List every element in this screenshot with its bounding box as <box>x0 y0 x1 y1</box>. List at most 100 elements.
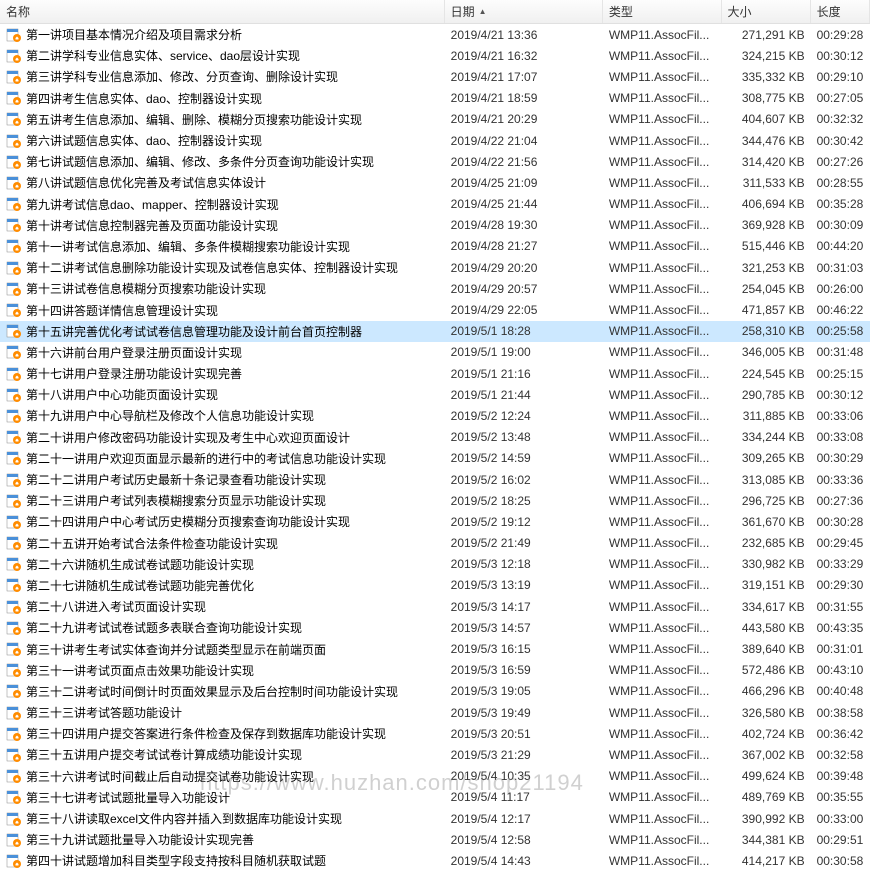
file-row[interactable]: 第二十三讲用户考试列表模糊搜索分页显示功能设计实现2019/5/2 18:25W… <box>0 490 870 511</box>
file-name-cell: 第十一讲考试信息添加、编辑、多条件模糊搜索功能设计实现 <box>0 238 445 255</box>
file-row[interactable]: 第十二讲考试信息删除功能设计实现及试卷信息实体、控制器设计实现2019/4/29… <box>0 257 870 278</box>
file-name-text: 第三十一讲考试页面点击效果功能设计实现 <box>26 662 254 679</box>
file-row[interactable]: 第三十五讲用户提交考试试卷计算成绩功能设计实现2019/5/3 21:29WMP… <box>0 744 870 765</box>
file-size-cell: 271,291 KB <box>722 28 811 42</box>
file-length-cell: 00:26:00 <box>811 282 870 296</box>
file-row[interactable]: 第三十七讲考试试题批量导入功能设计2019/5/4 11:17WMP11.Ass… <box>0 787 870 808</box>
file-name-text: 第三十二讲考试时间倒计时页面效果显示及后台控制时间功能设计实现 <box>26 683 398 700</box>
file-row[interactable]: 第三讲学科专业信息添加、修改、分页查询、删除设计实现2019/4/21 17:0… <box>0 66 870 87</box>
file-row[interactable]: 第二十一讲用户欢迎页面显示最新的进行中的考试信息功能设计实现2019/5/2 1… <box>0 448 870 469</box>
file-name-cell: 第三十三讲考试答题功能设计 <box>0 704 445 721</box>
file-row[interactable]: 第三十三讲考试答题功能设计2019/5/3 19:49WMP11.AssocFi… <box>0 702 870 723</box>
file-row[interactable]: 第十三讲试卷信息模糊分页搜索功能设计实现2019/4/29 20:57WMP11… <box>0 278 870 299</box>
file-row[interactable]: 第一讲项目基本情况介绍及项目需求分析2019/4/21 13:36WMP11.A… <box>0 24 870 45</box>
video-file-icon <box>6 853 22 869</box>
file-date-cell: 2019/5/1 18:28 <box>445 324 603 338</box>
file-length-cell: 00:30:12 <box>811 49 870 63</box>
file-size-cell: 334,244 KB <box>722 430 811 444</box>
column-header-length[interactable]: 长度 <box>811 0 870 23</box>
file-date-cell: 2019/5/1 21:16 <box>445 367 603 381</box>
file-row[interactable]: 第三十八讲读取excel文件内容并插入到数据库功能设计实现2019/5/4 12… <box>0 808 870 829</box>
file-name-cell: 第二十三讲用户考试列表模糊搜索分页显示功能设计实现 <box>0 492 445 509</box>
file-type-cell: WMP11.AssocFil... <box>603 642 722 656</box>
file-name-text: 第十讲考试信息控制器完善及页面功能设计实现 <box>26 217 278 234</box>
file-row[interactable]: 第三十一讲考试页面点击效果功能设计实现2019/5/3 16:59WMP11.A… <box>0 660 870 681</box>
file-name-text: 第四讲考生信息实体、dao、控制器设计实现 <box>26 90 262 107</box>
file-row[interactable]: 第七讲试题信息添加、编辑、修改、多条件分页查询功能设计实现2019/4/22 2… <box>0 151 870 172</box>
file-row[interactable]: 第十八讲用户中心功能页面设计实现2019/5/1 21:44WMP11.Asso… <box>0 384 870 405</box>
file-row[interactable]: 第二十二讲用户考试历史最新十条记录查看功能设计实现2019/5/2 16:02W… <box>0 469 870 490</box>
video-file-icon <box>6 387 22 403</box>
column-label: 名称 <box>6 3 30 20</box>
file-name-cell: 第七讲试题信息添加、编辑、修改、多条件分页查询功能设计实现 <box>0 153 445 170</box>
file-row[interactable]: 第十讲考试信息控制器完善及页面功能设计实现2019/4/28 19:30WMP1… <box>0 215 870 236</box>
file-date-cell: 2019/4/22 21:04 <box>445 134 603 148</box>
file-row[interactable]: 第八讲试题信息优化完善及考试信息实体设计2019/4/25 21:09WMP11… <box>0 172 870 193</box>
column-header-name[interactable]: 名称 <box>0 0 445 23</box>
file-type-cell: WMP11.AssocFil... <box>603 112 722 126</box>
file-row[interactable]: 第二十九讲考试试卷试题多表联合查询功能设计实现2019/5/3 14:57WMP… <box>0 617 870 638</box>
file-row[interactable]: 第十六讲前台用户登录注册页面设计实现2019/5/1 19:00WMP11.As… <box>0 342 870 363</box>
file-row[interactable]: 第三十四讲用户提交答案进行条件检查及保存到数据库功能设计实现2019/5/3 2… <box>0 723 870 744</box>
file-row[interactable]: 第二十八讲进入考试页面设计实现2019/5/3 14:17WMP11.Assoc… <box>0 596 870 617</box>
file-date-cell: 2019/5/3 21:29 <box>445 748 603 762</box>
file-name-text: 第十七讲用户登录注册功能设计实现完善 <box>26 365 242 382</box>
file-name-cell: 第五讲考生信息添加、编辑、删除、模糊分页搜索功能设计实现 <box>0 111 445 128</box>
file-name-text: 第十八讲用户中心功能页面设计实现 <box>26 386 218 403</box>
file-row[interactable]: 第二十七讲随机生成试卷试题功能完善优化2019/5/3 13:19WMP11.A… <box>0 575 870 596</box>
file-row[interactable]: 第三十二讲考试时间倒计时页面效果显示及后台控制时间功能设计实现2019/5/3 … <box>0 681 870 702</box>
file-name-text: 第二十二讲用户考试历史最新十条记录查看功能设计实现 <box>26 471 326 488</box>
file-date-cell: 2019/5/2 13:48 <box>445 430 603 444</box>
file-row[interactable]: 第四讲考生信息实体、dao、控制器设计实现2019/4/21 18:59WMP1… <box>0 88 870 109</box>
video-file-icon <box>6 302 22 318</box>
file-date-cell: 2019/5/3 14:57 <box>445 621 603 635</box>
file-name-text: 第五讲考生信息添加、编辑、删除、模糊分页搜索功能设计实现 <box>26 111 362 128</box>
file-type-cell: WMP11.AssocFil... <box>603 367 722 381</box>
file-date-cell: 2019/5/3 12:18 <box>445 557 603 571</box>
column-header-size[interactable]: 大小 <box>722 0 811 23</box>
file-row[interactable]: 第二讲学科专业信息实体、service、dao层设计实现2019/4/21 16… <box>0 45 870 66</box>
file-type-cell: WMP11.AssocFil... <box>603 261 722 275</box>
file-type-cell: WMP11.AssocFil... <box>603 388 722 402</box>
file-row[interactable]: 第十一讲考试信息添加、编辑、多条件模糊搜索功能设计实现2019/4/28 21:… <box>0 236 870 257</box>
file-date-cell: 2019/5/4 12:17 <box>445 812 603 826</box>
file-row[interactable]: 第二十五讲开始考试合法条件检查功能设计实现2019/5/2 21:49WMP11… <box>0 533 870 554</box>
file-size-cell: 402,724 KB <box>722 727 811 741</box>
file-name-text: 第十四讲答题详情信息管理设计实现 <box>26 302 218 319</box>
file-type-cell: WMP11.AssocFil... <box>603 663 722 677</box>
file-row[interactable]: 第二十六讲随机生成试卷试题功能设计实现2019/5/3 12:18WMP11.A… <box>0 554 870 575</box>
file-length-cell: 00:33:06 <box>811 409 870 423</box>
file-row[interactable]: 第二十四讲用户中心考试历史模糊分页搜索查询功能设计实现2019/5/2 19:1… <box>0 511 870 532</box>
file-row[interactable]: 第九讲考试信息dao、mapper、控制器设计实现2019/4/25 21:44… <box>0 194 870 215</box>
file-name-cell: 第二十八讲进入考试页面设计实现 <box>0 598 445 615</box>
file-name-text: 第四十讲试题增加科目类型字段支持按科目随机获取试题 <box>26 852 326 869</box>
file-row[interactable]: 第三十九讲试题批量导入功能设计实现完善2019/5/4 12:58WMP11.A… <box>0 829 870 850</box>
file-size-cell: 489,769 KB <box>722 790 811 804</box>
file-row[interactable]: 第三十六讲考试时间截止后自动提交试卷功能设计实现2019/5/4 10:35WM… <box>0 766 870 787</box>
file-row[interactable]: 第十七讲用户登录注册功能设计实现完善 2019/5/1 21:16WMP11.As… <box>0 363 870 384</box>
file-size-cell: 572,486 KB <box>722 663 811 677</box>
file-name-cell: 第二十四讲用户中心考试历史模糊分页搜索查询功能设计实现 <box>0 513 445 530</box>
file-size-cell: 319,151 KB <box>722 578 811 592</box>
file-row[interactable]: 第三十讲考生考试实体查询并分试题类型显示在前端页面2019/5/3 16:15W… <box>0 638 870 659</box>
file-name-text: 第二十一讲用户欢迎页面显示最新的进行中的考试信息功能设计实现 <box>26 450 386 467</box>
column-header-date[interactable]: 日期 ▲ <box>445 0 603 23</box>
video-file-icon <box>6 217 22 233</box>
file-name-text: 第三十九讲试题批量导入功能设计实现完善 <box>26 831 254 848</box>
file-name-text: 第十三讲试卷信息模糊分页搜索功能设计实现 <box>26 280 266 297</box>
file-row[interactable]: 第四十讲试题增加科目类型字段支持按科目随机获取试题2019/5/4 14:43W… <box>0 850 870 871</box>
file-length-cell: 00:31:01 <box>811 642 870 656</box>
file-row[interactable]: 第十五讲完善优化考试试卷信息管理功能及设计前台首页控制器2019/5/1 18:… <box>0 321 870 342</box>
file-row[interactable]: 第六讲试题信息实体、dao、控制器设计实现2019/4/22 21:04WMP1… <box>0 130 870 151</box>
file-name-text: 第六讲试题信息实体、dao、控制器设计实现 <box>26 132 262 149</box>
video-file-icon <box>6 705 22 721</box>
column-header-type[interactable]: 类型 <box>603 0 722 23</box>
file-row[interactable]: 第二十讲用户修改密码功能设计实现及考生中心欢迎页面设计2019/5/2 13:4… <box>0 427 870 448</box>
file-type-cell: WMP11.AssocFil... <box>603 494 722 508</box>
file-row[interactable]: 第十九讲用户中心导航栏及修改个人信息功能设计实现2019/5/2 12:24WM… <box>0 405 870 426</box>
file-date-cell: 2019/4/21 13:36 <box>445 28 603 42</box>
file-row[interactable]: 第十四讲答题详情信息管理设计实现2019/4/29 22:05WMP11.Ass… <box>0 299 870 320</box>
file-length-cell: 00:43:10 <box>811 663 870 677</box>
file-size-cell: 404,607 KB <box>722 112 811 126</box>
file-row[interactable]: 第五讲考生信息添加、编辑、删除、模糊分页搜索功能设计实现2019/4/21 20… <box>0 109 870 130</box>
